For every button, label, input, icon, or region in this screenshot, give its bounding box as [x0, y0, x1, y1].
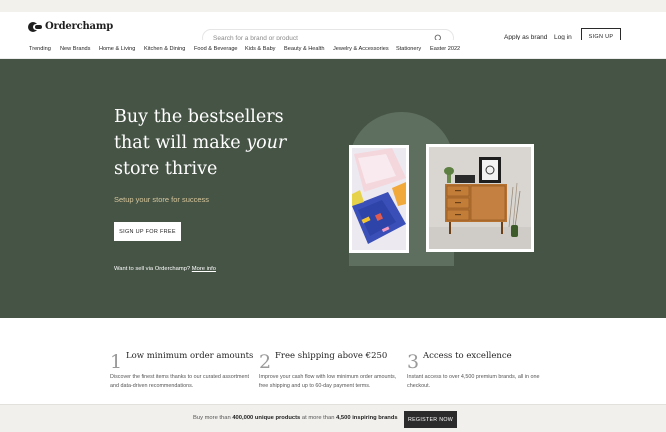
signup-free-button[interactable]: SIGN UP FOR FREE [114, 222, 181, 241]
sell-prompt: Want to sell via Orderchamp? More info [114, 266, 216, 272]
products-count: 400,000 unique products [232, 415, 301, 421]
hero-title-emphasis: your [246, 133, 287, 153]
sticky-register-bar: Buy more than 400,000 unique products at… [0, 404, 666, 432]
hero-title: Buy the bestsellers that will make your … [114, 104, 344, 182]
site-header: Orderchamp Apply as brand Log in SIGN UP [0, 12, 666, 47]
register-bar-text-mid: at more than [300, 415, 337, 421]
feature-number: 2 [259, 351, 272, 373]
logo-text: Orderchamp [45, 21, 114, 32]
nav-item-beauty-health[interactable]: Beauty & Health [284, 46, 324, 52]
promo-strip [0, 0, 666, 12]
feature-number: 1 [110, 351, 123, 373]
feature-number: 3 [407, 351, 420, 373]
feature-description: Instant access to over 4,500 premium bra… [407, 374, 540, 389]
register-now-button[interactable]: REGISTER NOW [404, 411, 457, 428]
register-bar-text: Buy more than 400,000 unique products at… [193, 415, 398, 421]
nav-item-food-beverage[interactable]: Food & Beverage [194, 46, 238, 52]
logo[interactable]: Orderchamp [28, 21, 113, 32]
more-info-link[interactable]: More info [192, 266, 216, 272]
hero-title-line2: that will make [114, 133, 247, 153]
nav-item-jewelry-accessories[interactable]: Jewelry & Accessories [333, 46, 389, 52]
sideboard-image [429, 147, 531, 249]
stationery-image [352, 148, 406, 250]
brands-count: 4,500 inspiring brands [336, 415, 398, 421]
nav-item-kids-baby[interactable]: Kids & Baby [245, 46, 275, 52]
sell-text: Want to sell via Orderchamp? [114, 266, 191, 272]
orderchamp-logo-icon [28, 21, 42, 32]
register-bar-text-pre: Buy more than [193, 415, 233, 421]
hero-title-line1: Buy the bestsellers [114, 107, 284, 127]
nav-item-kitchen-dining[interactable]: Kitchen & Dining [144, 46, 185, 52]
feature-description: Improve your cash flow with low minimum … [259, 374, 397, 389]
nav-item-new-brands[interactable]: New Brands [60, 46, 90, 52]
category-nav: Trending New Brands Home & Living Kitche… [0, 40, 666, 59]
feature-title: Access to excellence [423, 351, 512, 361]
nav-item-home-living[interactable]: Home & Living [99, 46, 135, 52]
feature-description: Discover the finest items thanks to our … [110, 374, 250, 389]
nav-item-trending[interactable]: Trending [29, 46, 51, 52]
feature-title: Free shipping above €250 [275, 351, 388, 361]
feature-title: Low minimum order amounts [126, 351, 254, 361]
nav-item-easter-2022[interactable]: Easter 2022 [430, 46, 460, 52]
stationery-photo [349, 145, 409, 253]
hero-section: Buy the bestsellers that will make your … [0, 59, 666, 318]
hero-title-line3: store thrive [114, 159, 218, 179]
nav-item-stationery[interactable]: Stationery [396, 46, 421, 52]
hero-subtitle: Setup your store for success [114, 195, 210, 204]
furniture-photo [426, 144, 534, 252]
